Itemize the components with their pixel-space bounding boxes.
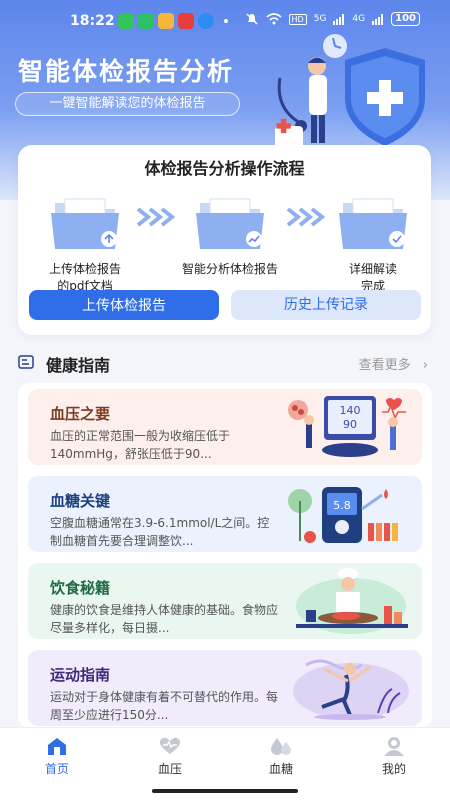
notification-icons [118,13,228,29]
drops-icon [271,738,291,755]
flow-step-analyze: 智能分析体检报告 [175,195,285,278]
system-nav-bar [0,782,450,800]
signal-5g: 5G [313,14,327,24]
guide-card-exercise[interactable]: 运动指南 运动对于身体健康有着不可替代的作用。每周至少应进行150分... [28,650,422,726]
folder-upload-icon [51,198,119,249]
guide-card-desc: 健康的饮食是维持人体健康的基础。食物应尽量多样化，每日摄... [50,603,279,635]
status-time: 18:22 [70,13,115,29]
tab-home[interactable]: 首页 [27,736,87,777]
view-more-link[interactable]: 查看更多 › [359,354,428,373]
doctor-shield-illustration [275,34,425,148]
guide-card-diet[interactable]: 饮食秘籍 健康的饮食是维持人体健康的基础。食物应尽量多样化，每日摄... [28,563,422,639]
hero-title: 智能体检报告分析 [18,57,235,86]
hero-subtitle: 一键智能解读您的体检报告 [15,92,240,116]
bp-display-bottom: 90 [343,418,357,431]
chat-app-icon [198,13,214,29]
folder-chart-icon [196,198,264,249]
guide-card-desc: 运动对于身体健康有着不可替代的作用。每周至少应进行150分... [50,690,279,722]
upload-report-button[interactable]: 上传体检报告 [29,290,219,320]
home-icon [48,738,66,755]
flow-step-done-line1: 详细解读 [348,262,397,276]
message-app-icon [138,13,154,29]
profile-icon [384,737,404,756]
tab-profile-label: 我的 [381,762,406,776]
guide-section-title: 健康指南 [46,356,111,375]
guide-list: 血压之要 血压的正常范围一般为收缩压低于140mmHg，舒张压低于90... 1… [18,383,432,728]
mute-icon [246,13,258,25]
view-more-label: 查看更多 [358,358,411,373]
wallet-app-icon [158,13,174,29]
home-gesture-bar[interactable] [152,789,298,793]
guide-card-desc: 血压的正常范围一般为收缩压低于140mmHg，舒张压低于90... [50,429,231,461]
tab-home-label: 首页 [44,762,69,776]
battery-indicator: 100 [391,12,420,26]
flow-arrow-1-icon [136,207,176,227]
flow-step-analyze-line1: 智能分析体检报告 [181,262,278,276]
guide-section-header: 健康指南 查看更多 › [18,350,432,375]
guide-card-title: 运动指南 [50,666,111,684]
folder-check-icon [339,198,407,249]
signal-icon-2 [372,13,384,25]
heart-icon [160,737,180,754]
tab-blood-sugar[interactable]: 血糖 [251,736,311,777]
flow-step-upload: 上传体检报告 的pdf文档 [30,195,140,295]
glucometer-illustration: 5.8 [288,487,398,543]
bp-display-top: 140 [340,404,361,417]
guide-card-title: 血糖关键 [50,492,111,510]
video-app-icon [178,13,194,29]
guide-list-icon [18,355,34,369]
glucometer-reading: 5.8 [333,499,351,512]
tab-blood-pressure[interactable]: 血压 [140,736,200,777]
chevron-right-icon: › [422,358,428,373]
hd-badge: HD [288,13,307,25]
flow-card: 体检报告分析操作流程 上传体检报告 的pdf文档 智能分析体检报告 详细解读 完… [18,145,431,335]
flow-step-done: 详细解读 完成 [318,195,428,295]
chef-cooking-illustration [296,568,408,634]
guide-card-title: 血压之要 [50,405,111,423]
dancer-exercise-illustration [293,659,409,720]
guide-card-blood-sugar[interactable]: 血糖关键 空腹血糖通常在3.9-6.1mmol/L之间。控制血糖首先要合理调整饮… [28,476,422,552]
status-right: HD 5G 4G 100 [245,12,420,26]
tab-profile[interactable]: 我的 [364,736,424,777]
signal-icon [333,13,345,25]
history-records-button[interactable]: 历史上传记录 [231,290,421,320]
blood-pressure-monitor-illustration: 140 90 [288,396,406,457]
wifi-icon [266,13,282,25]
guide-card-blood-pressure[interactable]: 血压之要 血压的正常范围一般为收缩压低于140mmHg，舒张压低于90... 1… [28,389,422,465]
phone-app-icon [118,13,134,29]
guide-card-desc: 空腹血糖通常在3.9-6.1mmol/L之间。控制血糖首先要合理调整饮... [50,516,270,548]
flow-title: 体检报告分析操作流程 [144,159,305,178]
bottom-tab-bar: 首页 血压 血糖 我的 [0,727,450,782]
guide-card-title: 饮食秘籍 [50,579,111,597]
tab-blood-pressure-label: 血压 [157,762,182,776]
signal-4g: 4G [352,14,366,24]
flow-step-upload-line1: 上传体检报告 [48,262,121,276]
more-dot-icon [224,19,228,23]
tab-blood-sugar-label: 血糖 [268,762,293,776]
